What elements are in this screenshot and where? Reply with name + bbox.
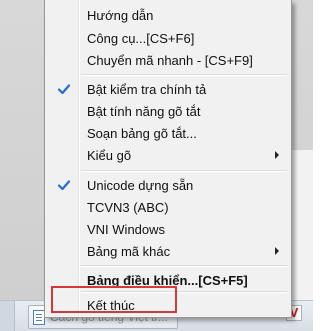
menu-item-label: Unicode dựng sẵn: [87, 177, 194, 193]
screen: Cách gõ tiếng Việt tr... V Hướng dẫn Côn…: [0, 0, 313, 331]
highlight-annotation: [51, 286, 177, 313]
menu-separator: [81, 74, 287, 76]
menu-item-label: TCVN3 (ABC): [87, 199, 169, 215]
menu-item-tcvn3[interactable]: TCVN3 (ABC): [47, 196, 289, 218]
menu-item-label: Hướng dẫn: [87, 7, 154, 23]
submenu-arrow-icon: [275, 247, 279, 255]
menu-item-label: Chuyển mã nhanh - [CS+F9]: [87, 52, 253, 68]
menu-item-label: Bật kiểm tra chính tả: [87, 81, 207, 97]
menu-item-vni-windows[interactable]: VNI Windows: [47, 218, 289, 240]
menu-separator: [81, 170, 287, 172]
submenu-arrow-icon: [275, 151, 279, 159]
menu-item-huong-dan[interactable]: Hướng dẫn: [47, 4, 289, 26]
menu-item-cong-cu[interactable]: Công cụ...[CS+F6]: [47, 27, 289, 49]
menu-item-label: Công cụ...[CS+F6]: [87, 30, 195, 46]
menu-item-kiem-tra-chinh-ta[interactable]: Bật kiểm tra chính tả: [47, 78, 289, 100]
menu-item-unicode-dung-san[interactable]: Unicode dựng sẵn: [47, 174, 289, 196]
menu-item-label: VNI Windows: [87, 221, 166, 237]
menu-item-soan-bang-go-tat[interactable]: Soạn bảng gõ tắt...: [47, 122, 289, 144]
menu-item-bang-ma-khac[interactable]: Bảng mã khác: [47, 240, 289, 262]
menu-item-kieu-go[interactable]: Kiểu gõ: [47, 144, 289, 166]
menu-item-label: Kiểu gõ: [87, 147, 132, 163]
menu-item-chuyen-ma-nhanh[interactable]: Chuyển mã nhanh - [CS+F9]: [47, 49, 289, 71]
unikey-context-menu: Hướng dẫn Công cụ...[CS+F6] Chuyển mã nh…: [44, 0, 292, 318]
menu-item-label: Bật tính năng gõ tắt: [87, 103, 201, 119]
checkmark-icon: [57, 180, 71, 191]
menu-item-label: Bảng mã khác: [87, 243, 171, 259]
menu-item-label: Soạn bảng gõ tắt...: [87, 125, 197, 141]
taskbar-start-edge[interactable]: [0, 301, 15, 331]
menu-separator: [81, 265, 287, 267]
menu-item-go-tat[interactable]: Bật tính năng gõ tắt: [47, 100, 289, 122]
checkmark-icon: [57, 84, 71, 95]
